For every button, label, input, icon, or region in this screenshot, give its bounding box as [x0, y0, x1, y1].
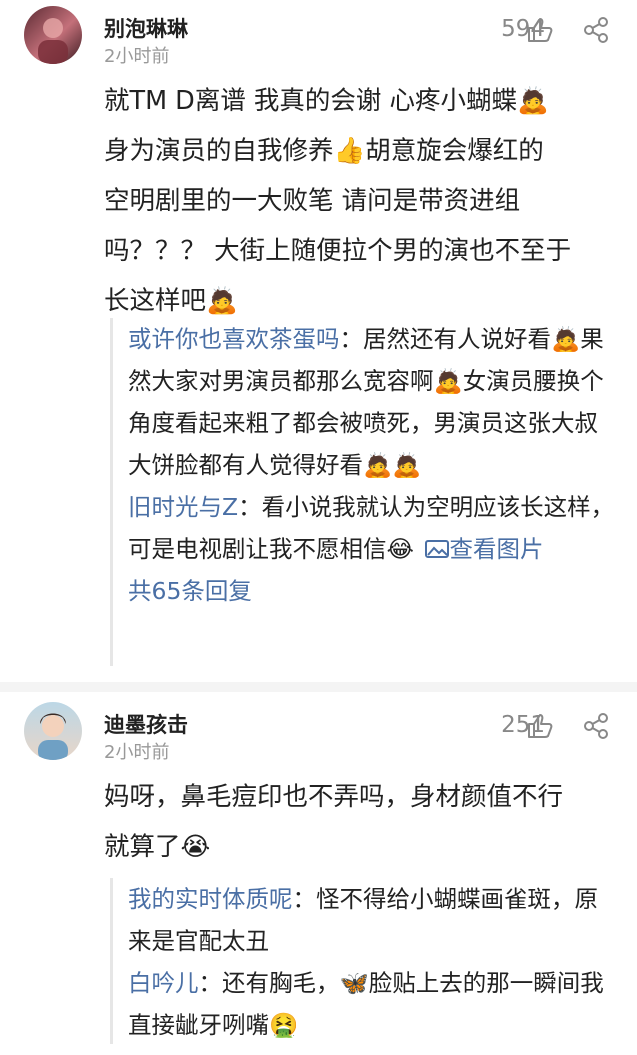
avatar[interactable]	[24, 702, 82, 760]
reply-item[interactable]: 旧时光与Z：看小说我就认为空明应该长这样，可是电视剧让我不愿相信😂 查看图片	[128, 486, 615, 570]
text-line: 就算了😭	[104, 832, 211, 862]
more-replies-link[interactable]: 共65条回复	[128, 570, 615, 612]
image-icon[interactable]	[425, 539, 450, 559]
username[interactable]: 迪墨孩击	[104, 709, 188, 739]
text-line: 就TM D离谱 我真的会谢 心疼小蝴蝶🙇	[104, 86, 549, 116]
reply-item[interactable]: 我的实时体质呢：怪不得给小蝴蝶画雀斑，原来是官配太丑	[128, 878, 615, 962]
reply-item[interactable]: 白吟儿：还有胸毛，🦋脸贴上去的那一瞬间我直接龇牙咧嘴🤮	[128, 962, 615, 1046]
reply-text: ：还有胸毛，🦋脸贴上去的那一瞬间我直接龇牙咧嘴🤮	[128, 969, 604, 1039]
reply-username[interactable]: 我的实时体质呢	[128, 885, 293, 913]
comment-text: 就TM D离谱 我真的会谢 心疼小蝴蝶🙇 身为演员的自我修养👍胡意旋会爆红的 空…	[104, 76, 604, 326]
comment-divider	[0, 682, 637, 692]
share-icon[interactable]	[581, 15, 611, 45]
reply-username[interactable]: 旧时光与Z	[128, 493, 238, 521]
timestamp: 2小时前	[104, 46, 170, 67]
thumbs-up-icon[interactable]	[525, 15, 555, 45]
reply-item[interactable]: 或许你也喜欢茶蛋吗：居然还有人说好看🙇果然大家对男演员都那么宽容啊🙇女演员腰换个…	[128, 318, 615, 486]
username[interactable]: 别泡琳琳	[104, 13, 188, 43]
text-line: 身为演员的自我修养👍胡意旋会爆红的	[104, 136, 544, 166]
timestamp: 2小时前	[104, 742, 170, 763]
reply-thread: 或许你也喜欢茶蛋吗：居然还有人说好看🙇果然大家对男演员都那么宽容啊🙇女演员腰换个…	[110, 318, 615, 666]
text-line: 妈呀，鼻毛痘印也不弄吗，身材颜值不行	[104, 782, 564, 812]
text-line: 吗？？？ 大街上随便拉个男的演也不至于	[104, 236, 572, 266]
comment-1: 别泡琳琳 2小时前 594 就TM D离谱 我真的会谢 心疼小蝴蝶🙇 身为演员的…	[0, 0, 637, 680]
avatar[interactable]	[24, 6, 82, 64]
comment-text: 妈呀，鼻毛痘印也不弄吗，身材颜值不行 就算了😭	[104, 772, 604, 872]
reply-username[interactable]: 白吟儿	[128, 969, 199, 997]
text-line: 空明剧里的一大败笔 请问是带资进组	[104, 186, 521, 216]
view-image-link[interactable]: 查看图片	[449, 535, 543, 563]
reply-username[interactable]: 或许你也喜欢茶蛋吗	[128, 325, 340, 353]
share-icon[interactable]	[581, 711, 611, 741]
reply-thread: 我的实时体质呢：怪不得给小蝴蝶画雀斑，原来是官配太丑 白吟儿：还有胸毛，🦋脸贴上…	[110, 878, 615, 1044]
thumbs-up-icon[interactable]	[525, 711, 555, 741]
comment-2: 迪墨孩击 2小时前 251 妈呀，鼻毛痘印也不弄吗，身材颜值不行 就算了😭 我的…	[0, 692, 637, 1055]
